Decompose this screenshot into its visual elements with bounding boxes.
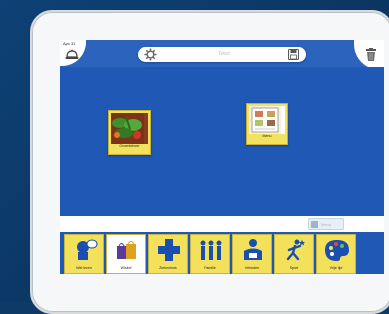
running-person-icon: [286, 239, 305, 261]
card-groenteboer[interactable]: Groenteboer: [108, 110, 151, 155]
card-menu[interactable]: Menu: [246, 103, 288, 145]
strip-menu-button[interactable]: Menu: [308, 218, 344, 230]
gear-icon[interactable]: [144, 48, 157, 61]
category-label: Sport: [289, 266, 299, 270]
save-icon[interactable]: [288, 49, 299, 60]
search-input[interactable]: Tekst: [194, 50, 254, 59]
category-winkel[interactable]: Winkel: [106, 234, 146, 274]
category-label: Vrienden: [244, 266, 260, 270]
trash-icon: [366, 48, 376, 61]
app-screen: Apx 31 Tekst Groenteboer Menu Menu Wel l…: [60, 40, 384, 274]
category-vrije-tijd[interactable]: Vrije tijd: [316, 234, 356, 274]
category-label: Vrije tijd: [329, 266, 343, 270]
category-label: Wel lezen: [76, 266, 92, 270]
category-label: Winkel: [120, 266, 132, 270]
friends-icon: [244, 239, 262, 260]
family-icon: [200, 240, 222, 260]
category-label: Familie: [204, 266, 216, 270]
category-label: Ziekenhuis: [159, 266, 177, 270]
vegetables-image: [111, 113, 148, 144]
strip-button-label: Menu: [321, 222, 332, 227]
category-ziekenhuis[interactable]: Ziekenhuis: [148, 234, 188, 274]
category-wel-lezen[interactable]: Wel lezen: [64, 234, 104, 274]
card-label: Menu: [262, 134, 272, 138]
card-label: Groenteboer: [119, 144, 140, 148]
badge-text: Apx 31: [63, 41, 76, 46]
menu-thumb-icon: [311, 221, 318, 228]
speaking-head-icon: [77, 239, 98, 260]
medical-cross-icon: [158, 239, 180, 261]
search-bar[interactable]: Tekst: [138, 47, 306, 62]
category-vrienden[interactable]: Vrienden: [232, 234, 272, 274]
shopping-bags-icon: [117, 241, 136, 259]
menu-icon: [249, 106, 281, 134]
vegetables-icon: [111, 113, 144, 144]
bell-icon: [65, 49, 79, 59]
category-familie[interactable]: Familie: [190, 234, 230, 274]
palette-icon: [325, 240, 349, 261]
category-sport[interactable]: Sport: [274, 234, 314, 274]
menu-image: [249, 106, 285, 134]
